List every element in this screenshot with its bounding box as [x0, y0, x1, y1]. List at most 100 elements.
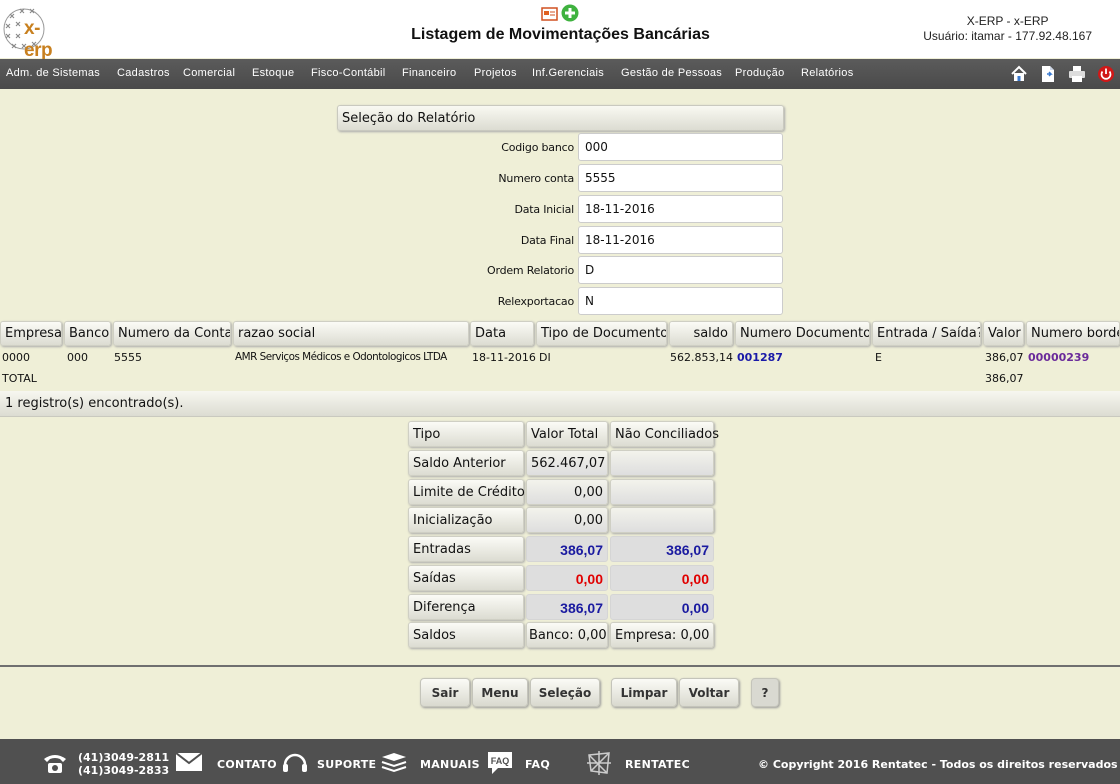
input-codigo-banco[interactable]: 000 — [578, 133, 783, 161]
phone-1[interactable]: (41)3049-2811 — [78, 751, 169, 764]
input-ordem-relatorio[interactable]: D — [578, 256, 783, 284]
label-relexportacao: Relexportacao — [497, 295, 574, 308]
input-data-final[interactable]: 18-11-2016 — [578, 226, 783, 254]
contato-link[interactable]: CONTATO — [217, 758, 277, 771]
summary-header-nc: Não Conciliados — [610, 421, 719, 447]
summary-saldo-empresa: Empresa: 0,00 — [610, 622, 714, 648]
summary-total-diferenca-value: 386,07 — [560, 600, 603, 616]
summary-nc-entradas: 386,07 — [610, 536, 714, 562]
col-data[interactable]: Data — [470, 321, 534, 346]
label-data-inicial: Data Inicial — [514, 203, 574, 216]
menu-cadastros[interactable]: Cadastros — [117, 67, 170, 79]
menu-adm-sistemas[interactable]: Adm. de Sistemas — [6, 67, 100, 79]
limpar-button[interactable]: Limpar — [611, 678, 677, 707]
total-valor: 386,07 — [985, 372, 1024, 385]
input-numero-conta[interactable]: 5555 — [578, 164, 783, 192]
menu-relatorios[interactable]: Relatórios — [801, 67, 854, 79]
menu-estoque[interactable]: Estoque — [252, 67, 294, 79]
input-data-inicial[interactable]: 18-11-2016 — [578, 195, 783, 223]
total-label: TOTAL — [2, 372, 37, 385]
col-razao-social[interactable]: razao social — [233, 321, 469, 346]
power-icon — [1097, 65, 1114, 82]
summary-header-total: Valor Total — [526, 421, 608, 447]
summary-total-saldo-anterior: 562.467,07 — [526, 450, 608, 476]
input-relexportacao[interactable]: N — [578, 287, 783, 315]
summary-saldo-banco: Banco: 0,00 — [526, 622, 608, 648]
cell-bordero-link[interactable]: 00000239 — [1028, 351, 1089, 364]
copyright: © Copyright 2016 Rentatec - Todos os dir… — [758, 758, 1118, 771]
headset-icon — [283, 753, 307, 772]
books-icon — [381, 753, 407, 773]
menu-financeiro[interactable]: Financeiro — [402, 67, 456, 79]
manuais-link[interactable]: MANUAIS — [420, 758, 480, 771]
col-numero-conta[interactable]: Numero da Conta — [113, 321, 231, 346]
selecao-button[interactable]: Seleção — [530, 678, 600, 707]
header-shortcuts — [541, 3, 581, 23]
menu-gestao-pessoas[interactable]: Gestão de Pessoas — [621, 67, 722, 79]
summary-total-inicializacao: 0,00 — [526, 507, 608, 533]
phone-2[interactable]: (41)3049-2833 — [78, 764, 169, 777]
label-numero-conta: Numero conta — [498, 172, 574, 185]
summary-label-saldo-anterior: Saldo Anterior — [408, 450, 524, 476]
phones: (41)3049-2811 (41)3049-2833 — [78, 751, 169, 777]
print-button[interactable] — [1066, 63, 1087, 84]
rentatec-link[interactable]: RENTATEC — [625, 758, 690, 771]
menu-fisco-contabil[interactable]: Fisco-Contábil — [311, 67, 386, 79]
home-icon — [1010, 65, 1027, 81]
col-entrada-saida[interactable]: Entrada / Saída? — [872, 321, 981, 346]
summary-nc-inicializacao — [610, 507, 714, 533]
faq-link[interactable]: FAQ — [525, 758, 550, 771]
report-icon[interactable] — [541, 7, 558, 21]
cell-saldo: 562.853,14 — [670, 351, 733, 364]
cell-tipo: DI — [539, 351, 551, 364]
menu-inf-gerenciais[interactable]: Inf.Gerenciais — [532, 67, 604, 79]
add-icon[interactable] — [561, 4, 579, 22]
summary-nc-saidas: 0,00 — [610, 565, 714, 591]
help-button[interactable]: ? — [751, 678, 779, 707]
summary-nc-diferenca: 0,00 — [610, 594, 714, 620]
cell-razao: AMR Serviços Médicos e Odontologicos LTD… — [235, 351, 447, 363]
col-tipo-documento[interactable]: Tipo de Documento — [536, 321, 667, 346]
summary-label-saldos: Saldos — [408, 622, 524, 648]
logout-button[interactable] — [1095, 63, 1116, 84]
col-saldo[interactable]: saldo — [669, 321, 733, 346]
document-button[interactable] — [1037, 63, 1058, 84]
rentatec-logo-icon — [587, 751, 611, 775]
menu-producao[interactable]: Produção — [735, 67, 785, 79]
col-valor[interactable]: Valor — [983, 321, 1024, 346]
summary-nc-diferenca-value: 0,00 — [681, 600, 709, 616]
document-icon — [1041, 65, 1054, 82]
label-ordem-relatorio: Ordem Relatorio — [486, 264, 574, 277]
summary-label-limite-credito: Limite de Crédito — [408, 479, 525, 505]
col-empresa[interactable]: Empresa — [0, 321, 62, 346]
cell-conta: 5555 — [114, 351, 142, 364]
label-codigo-banco: Codigo banco — [501, 141, 574, 154]
col-numero-documento[interactable]: Numero Documento — [735, 321, 870, 346]
summary-nc-saldo-anterior — [610, 450, 714, 476]
menu-button[interactable]: Menu — [472, 678, 528, 707]
summary-nc-saidas-value: 0,00 — [681, 571, 709, 587]
summary-nc-entradas-value: 386,07 — [666, 542, 709, 558]
selection-title: Seleção do Relatório — [337, 105, 784, 131]
summary-nc-limite-credito — [610, 479, 714, 505]
suporte-link[interactable]: SUPORTE — [317, 758, 376, 771]
label-data-final: Data Final — [520, 234, 574, 247]
col-numero-bordero[interactable]: Numero borde — [1026, 321, 1120, 346]
col-banco[interactable]: Banco — [64, 321, 111, 346]
menu-comercial[interactable]: Comercial — [183, 67, 235, 79]
home-button[interactable] — [1008, 63, 1029, 84]
user-info: X-ERP - x-ERP Usuário: itamar - 177.92.4… — [923, 14, 1092, 44]
system-name: X-ERP - x-ERP — [966, 14, 1049, 28]
summary-total-entradas: 386,07 — [526, 536, 608, 562]
voltar-button[interactable]: Voltar — [679, 678, 739, 707]
main-menu: Adm. de Sistemas Cadastros Comercial Est… — [0, 59, 1120, 89]
summary-total-diferenca: 386,07 — [526, 594, 608, 620]
sair-button[interactable]: Sair — [420, 678, 470, 707]
menu-projetos[interactable]: Projetos — [474, 67, 517, 79]
summary-label-inicializacao: Inicialização — [408, 507, 524, 533]
header: x-erp Listagem de Movimentações Bancária… — [0, 0, 1120, 61]
summary-label-entradas: Entradas — [408, 536, 524, 562]
cell-documento-link[interactable]: 001287 — [737, 351, 783, 364]
summary-header-tipo: Tipo — [408, 421, 524, 447]
summary-total-entradas-value: 386,07 — [560, 542, 603, 558]
